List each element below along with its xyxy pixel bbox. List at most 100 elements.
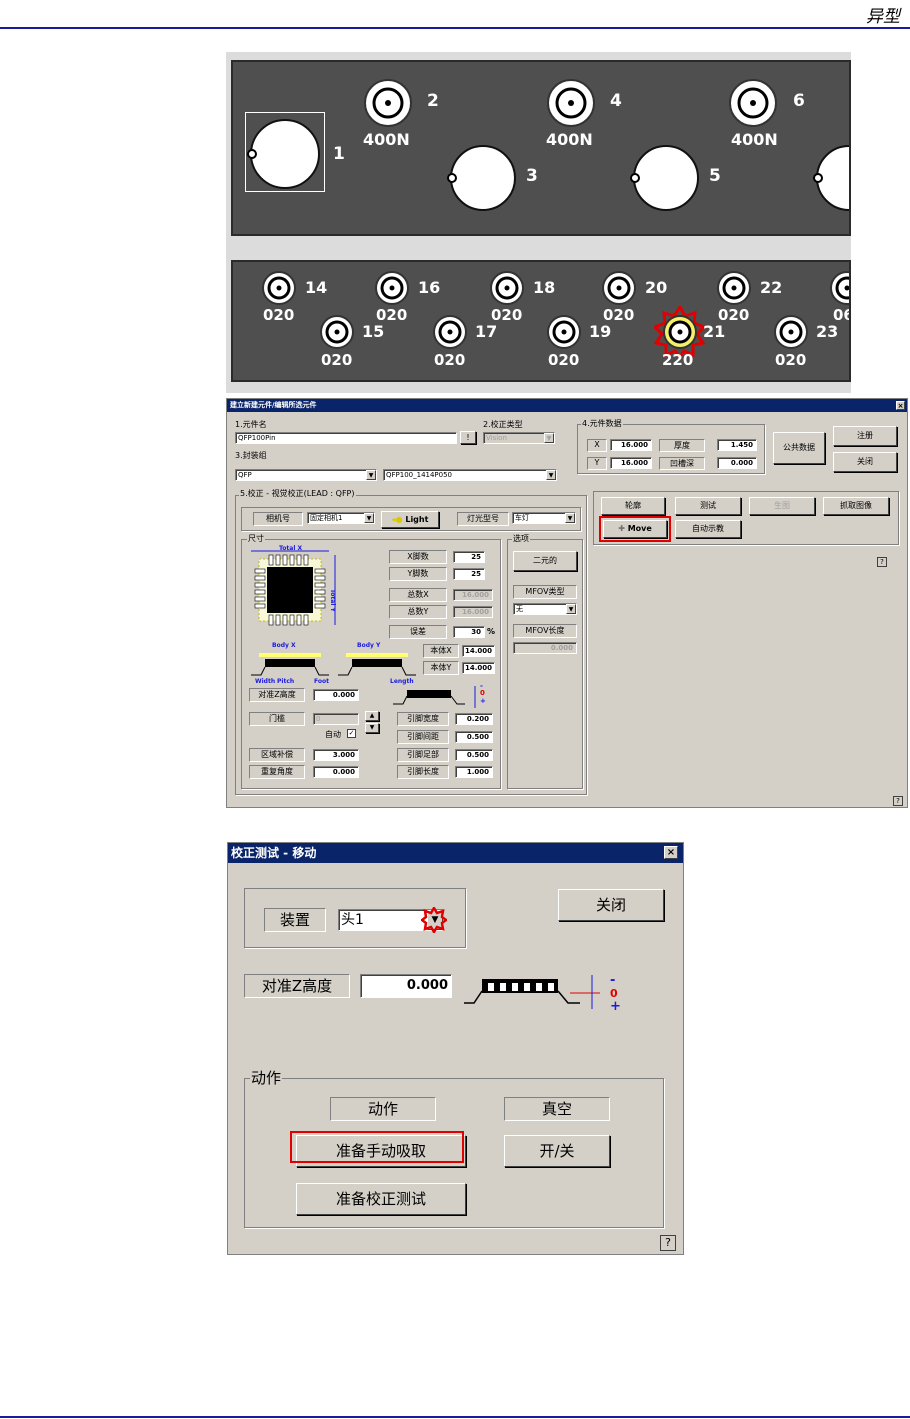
body-y-label: 本体Y [423,661,459,675]
help-icon[interactable]: ? [893,796,903,806]
x-dim-field[interactable]: 16.000 [610,439,652,451]
y-pins-field[interactable]: 25 [453,568,485,580]
pkg-group-select[interactable]: QFP ▼ [235,469,377,481]
calib-type-select[interactable]: Vision ▼ [483,432,555,444]
nozzle-3[interactable] [445,140,521,216]
part-name-field[interactable]: QFP100Pin [235,432,457,444]
nozzle-6[interactable] [728,78,778,128]
nozzle-19[interactable] [546,314,582,350]
nozzle-1[interactable] [245,114,325,194]
body-y-diagram [338,653,416,676]
region-comp-field[interactable]: 3.000 [313,749,359,761]
mfov-len-field[interactable]: 0.000 [513,642,577,654]
region-comp-label: 区域补偿 [249,748,305,762]
chevron-down-icon[interactable]: ▼ [364,513,374,523]
groove-field[interactable]: 0.000 [717,457,757,469]
mfov-type-select[interactable]: 无 ▼ [513,603,577,615]
pkg-group-label: 3.封装组 [235,451,267,460]
thickness-field[interactable]: 1.450 [717,439,757,451]
nozzle-2-type: 400N [363,130,410,149]
total-x-field[interactable]: 16.000 [453,589,493,601]
close-button[interactable]: 关闭 [558,889,664,921]
chevron-down-icon[interactable]: ▼ [566,604,576,614]
nozzle-15[interactable] [319,314,355,350]
chevron-down-icon[interactable]: ▼ [544,433,554,443]
body-x-field[interactable]: 14.000 [462,645,495,657]
lamp-select[interactable]: 车灯 ▼ [512,512,576,524]
light-button[interactable]: ◂● Light [381,511,439,528]
lead-foot-field[interactable]: 0.500 [455,749,493,761]
lead-width-field[interactable]: 0.200 [455,713,493,725]
nozzle-16[interactable] [374,270,410,306]
mfov-len-label: MFOV长度 [513,624,577,638]
camera-select[interactable]: 固定相机1 ▼ [307,512,375,524]
generate-button[interactable]: 生图 [749,497,815,515]
nozzle-5[interactable] [628,140,704,216]
lead-len-label: 引脚长度 [397,765,449,779]
align-z-field[interactable]: 0.000 [360,974,452,998]
repeat-angle-field[interactable]: 0.000 [313,766,359,778]
lead-width-label: 引脚宽度 [397,712,449,726]
help-icon[interactable]: ? [877,557,887,567]
calib-move-titlebar: 校正测试 - 移动 × [228,843,683,863]
z-plus-sign: + [480,697,486,705]
chevron-down-icon[interactable]: ▼ [565,513,575,523]
part-edit-title: 建立新建元件/编辑所选元件 [230,401,317,409]
error-label: 误差 [389,625,447,639]
common-data-button[interactable]: 公共数据 [773,432,825,464]
header-rule [0,27,910,29]
auto-teach-button[interactable]: 自动示教 [675,520,741,538]
body-y-field[interactable]: 14.000 [462,662,495,674]
pkg-name-select[interactable]: QFP100_1414P050 ▼ [383,469,557,481]
total-y-field[interactable]: 16.000 [453,606,493,618]
nozzle-6-type: 400N [731,130,778,149]
error-field[interactable]: 30 [453,626,485,638]
prep-calib-test-button[interactable]: 准备校正测试 [296,1183,466,1215]
nozzle-4[interactable] [546,78,596,128]
close-icon[interactable]: × [664,846,678,859]
options-group [507,539,583,789]
light-bulb-icon: ◂● [391,515,403,524]
vacuum-label: 真空 [504,1097,610,1121]
light-button-label: Light [405,515,429,524]
on-off-button[interactable]: 开/关 [504,1135,610,1167]
nozzle-23[interactable] [773,314,809,350]
auto-checkbox[interactable]: ✓ [347,729,356,738]
body-x-diagram [251,653,329,676]
nozzle-14[interactable] [261,270,297,306]
threshold-down-button[interactable]: ▼ [365,723,379,733]
threshold-up-button[interactable]: ▲ [365,711,379,721]
nozzle-18[interactable] [489,270,525,306]
nozzle-1-num: 1 [333,144,345,164]
outline-button[interactable]: 轮廓 [601,497,665,515]
nozzle-18-num: 18 [533,278,556,297]
options-label: 选项 [512,533,530,544]
body-y-caption: Body Y [357,642,381,649]
twod-button[interactable]: 二元的 [513,551,577,571]
nozzle-24-partial[interactable] [829,270,851,306]
y-dim-field[interactable]: 16.000 [610,457,652,469]
chevron-down-icon[interactable]: ▼ [546,470,556,480]
register-button[interactable]: 注册 [833,426,897,446]
error-unit: % [487,627,496,636]
close-button[interactable]: 关闭 [833,452,897,472]
nozzle-5-num: 5 [709,166,721,186]
align-z-field[interactable]: 0.000 [313,689,359,701]
nozzle-22-type: 020 [718,306,750,324]
lead-len-field[interactable]: 1.000 [455,766,493,778]
part-edit-dialog: 建立新建元件/编辑所选元件 × 1.元件名 QFP100Pin ! 2.校正类型… [226,398,908,808]
nozzle-20[interactable] [601,270,637,306]
nozzle-17[interactable] [432,314,468,350]
capture-image-button[interactable]: 抓取图像 [823,497,889,515]
nozzle-22[interactable] [716,270,752,306]
test-button[interactable]: 测试 [675,497,741,515]
nozzle-2[interactable] [363,78,413,128]
close-icon[interactable]: × [896,401,905,410]
nozzle-7-partial[interactable] [811,140,851,216]
help-icon[interactable]: ? [660,1235,676,1251]
x-pins-field[interactable]: 25 [453,551,485,563]
part-name-info-button[interactable]: ! [460,431,476,444]
lead-pitch-field[interactable]: 0.500 [455,731,493,743]
chevron-down-icon[interactable]: ▼ [366,470,376,480]
threshold-field[interactable]: 0 [313,713,359,725]
